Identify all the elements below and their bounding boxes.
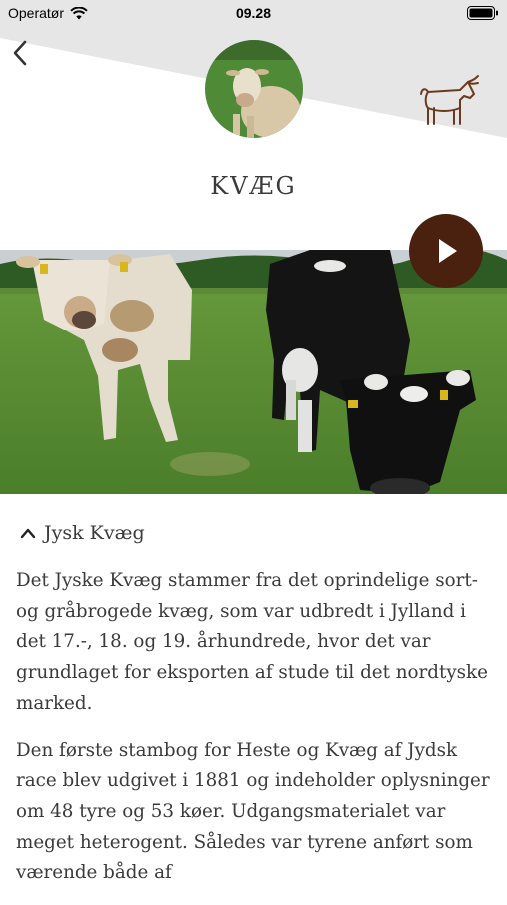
cattle-video-thumbnail[interactable] xyxy=(0,250,507,494)
category-avatar xyxy=(205,40,303,138)
chevron-up-icon xyxy=(20,528,36,539)
play-button[interactable] xyxy=(409,214,483,288)
status-time: 09.28 xyxy=(235,5,272,21)
status-bar: Operatør 09.28 xyxy=(0,0,507,28)
battery-indicator xyxy=(467,6,499,23)
cattle-photo xyxy=(0,250,507,494)
play-icon xyxy=(439,239,457,263)
page-title: KVÆG xyxy=(210,172,297,200)
paragraph: Den første stambog for Heste og Kvæg af … xyxy=(16,739,490,884)
chevron-left-icon xyxy=(13,40,27,66)
battery-icon xyxy=(467,6,498,20)
back-button[interactable] xyxy=(6,36,36,70)
cow-photo xyxy=(205,40,303,138)
paragraph: Det Jyske Kvæg stammer fra det oprindeli… xyxy=(16,570,488,714)
section-body: Det Jyske Kvæg stammer fra det oprindeli… xyxy=(16,566,494,905)
section-title: Jysk Kvæg xyxy=(44,522,145,544)
section-toggle[interactable]: Jysk Kvæg xyxy=(20,522,145,544)
cow-outline-icon xyxy=(420,75,479,125)
